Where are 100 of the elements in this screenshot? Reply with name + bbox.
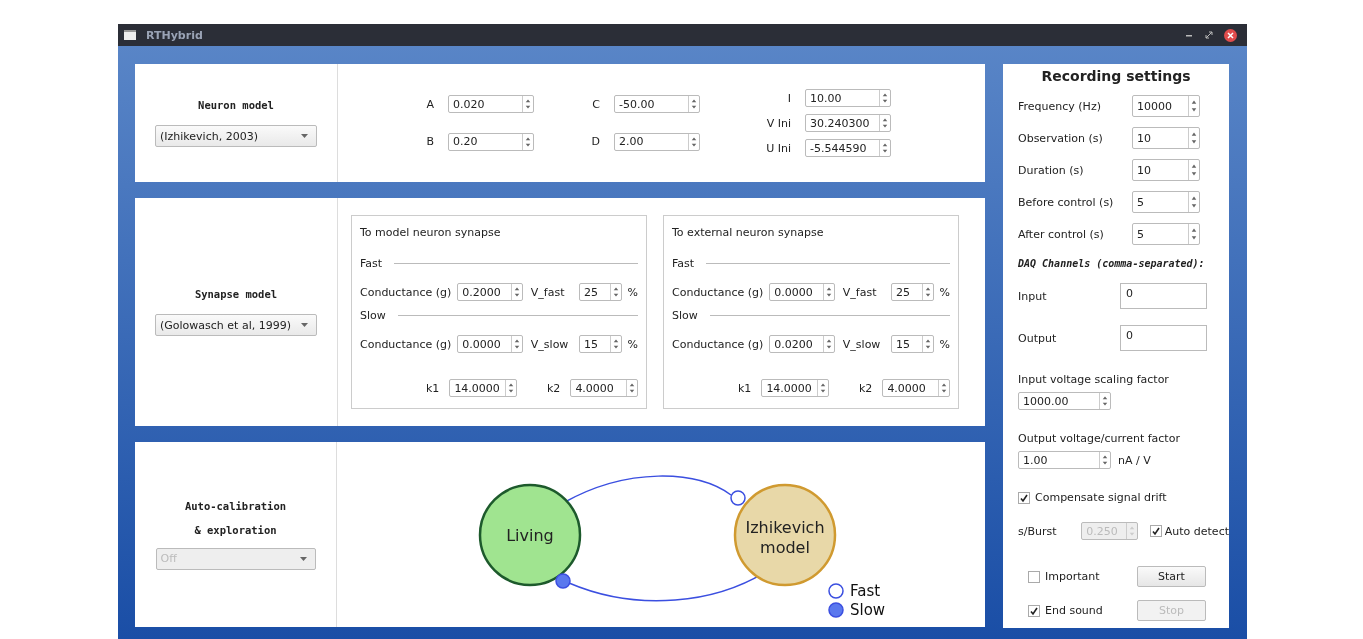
spin-box[interactable]: -50.00: [614, 95, 700, 114]
unit-label: %: [627, 285, 638, 299]
field-label: Frequency (Hz): [1018, 99, 1101, 113]
field-label: Input: [1018, 289, 1047, 303]
param-label: C: [591, 97, 600, 111]
spin-box[interactable]: 0.0000: [457, 335, 523, 353]
start-button[interactable]: Start: [1137, 566, 1206, 587]
field-label: k1: [426, 381, 440, 395]
field-label: k1: [738, 381, 752, 395]
group-title: To model neuron synapse: [360, 226, 502, 239]
legend-label: Fast: [850, 582, 881, 600]
spin-box[interactable]: 0.020: [448, 95, 534, 114]
spin-box[interactable]: 14.0000: [761, 379, 829, 397]
spin-arrows-icon[interactable]: [609, 284, 621, 300]
dropdown[interactable]: (Golowasch et al, 1999): [155, 314, 317, 336]
param-label: D: [590, 135, 600, 149]
field-label: Input voltage scaling factor: [1018, 373, 1170, 386]
spin-arrows-icon[interactable]: [822, 284, 834, 300]
spin-box[interactable]: 10: [1132, 127, 1200, 149]
spin-box[interactable]: 30.240300: [805, 114, 891, 132]
restore-icon[interactable]: [1204, 30, 1214, 40]
input-field[interactable]: 0: [1120, 325, 1207, 351]
spin-arrows-icon[interactable]: [1099, 452, 1110, 468]
spin-arrows-icon[interactable]: [822, 336, 834, 352]
field-label: Output: [1018, 331, 1057, 345]
field-label: Conductance (g): [360, 337, 452, 351]
field-label: s/Burst: [1018, 524, 1058, 538]
spin-arrows-icon[interactable]: [1188, 160, 1199, 180]
spin-arrows-icon[interactable]: [938, 380, 949, 396]
spin-arrows-icon[interactable]: [688, 96, 699, 113]
dropdown[interactable]: (Izhikevich, 2003): [155, 125, 317, 147]
spin-box[interactable]: 0.20: [448, 132, 534, 151]
spin-arrows-icon[interactable]: [921, 336, 933, 352]
spin-box[interactable]: 2.00: [614, 132, 700, 151]
spin-box[interactable]: 0.0200: [769, 335, 835, 353]
spin-box[interactable]: 0.0000: [769, 283, 835, 301]
param-label: B: [425, 135, 434, 149]
spin-arrows-icon[interactable]: [688, 133, 699, 150]
field-label: V_slow: [530, 337, 570, 351]
close-icon[interactable]: [1224, 28, 1237, 42]
section-heading: & exploration: [194, 523, 277, 536]
spin-arrows-icon[interactable]: [1099, 393, 1110, 409]
spin-arrows-icon[interactable]: [1188, 192, 1199, 212]
checkbox[interactable]: [1028, 570, 1040, 583]
synapse-marker: [730, 490, 746, 506]
window-icon: [124, 30, 136, 40]
spin-arrows-icon[interactable]: [817, 380, 828, 396]
spin-box[interactable]: 15: [891, 335, 934, 353]
spin-arrows-icon[interactable]: [505, 380, 516, 396]
spin-arrows-icon[interactable]: [921, 284, 933, 300]
spin-box[interactable]: 4.0000: [570, 379, 638, 397]
group-title: To external neuron synapse: [672, 226, 825, 239]
spin-arrows-icon[interactable]: [879, 90, 890, 106]
spin-box[interactable]: 5: [1132, 223, 1200, 245]
checkbox-label: Important: [1045, 570, 1100, 583]
spin-arrows-icon[interactable]: [522, 133, 533, 150]
section-heading: Synapse model: [194, 288, 278, 300]
field-label: V_fast: [842, 285, 878, 299]
spin-box[interactable]: 10.00: [805, 89, 891, 107]
spin-box[interactable]: -5.544590: [805, 139, 891, 157]
section-label: Fast: [672, 257, 695, 270]
unit-label: %: [939, 337, 950, 351]
spin-box[interactable]: 5: [1132, 191, 1200, 213]
spin-arrows-icon[interactable]: [609, 336, 621, 352]
spin-arrows-icon[interactable]: [510, 284, 522, 300]
spin-arrows-icon[interactable]: [1188, 224, 1199, 244]
input-field[interactable]: 0: [1120, 283, 1207, 309]
spin-arrows-icon[interactable]: [879, 140, 890, 156]
spin-box[interactable]: 10: [1132, 159, 1200, 181]
spin-box[interactable]: 25: [891, 283, 934, 301]
spin-box[interactable]: 1.00: [1018, 451, 1111, 469]
section-heading: Auto-calibration: [184, 499, 287, 512]
spin-box[interactable]: 4.0000: [882, 379, 950, 397]
spin-arrows-icon[interactable]: [1188, 128, 1199, 148]
section-heading: Neuron model: [198, 99, 274, 111]
spin-box[interactable]: 14.0000: [449, 379, 517, 397]
param-label: U Ini: [765, 141, 791, 155]
field-label: Before control (s): [1018, 195, 1114, 209]
field-label: V_slow: [842, 337, 882, 351]
field-label: k2: [547, 381, 561, 395]
spin-box[interactable]: 15: [579, 335, 622, 353]
checkbox[interactable]: [1028, 604, 1040, 617]
spin-arrows-icon[interactable]: [879, 115, 890, 131]
checkbox[interactable]: [1149, 525, 1162, 537]
checkbox-label: Auto detect: [1164, 524, 1229, 538]
unit-label: %: [939, 285, 950, 299]
spin-box[interactable]: 0.2000: [457, 283, 523, 301]
spin-box[interactable]: 1000.00: [1018, 392, 1111, 410]
checkbox-label: End sound: [1045, 604, 1103, 617]
field-label: Observation (s): [1018, 131, 1103, 145]
field-label: Conductance (g): [360, 285, 452, 299]
spin-arrows-icon[interactable]: [1188, 96, 1199, 116]
spin-box[interactable]: 10000: [1132, 95, 1200, 117]
checkbox[interactable]: [1018, 491, 1030, 504]
field-label: k2: [859, 381, 873, 395]
spin-arrows-icon[interactable]: [626, 380, 637, 396]
spin-arrows-icon[interactable]: [510, 336, 522, 352]
spin-box[interactable]: 25: [579, 283, 622, 301]
spin-arrows-icon[interactable]: [522, 96, 533, 113]
section-label: Slow: [672, 309, 698, 322]
